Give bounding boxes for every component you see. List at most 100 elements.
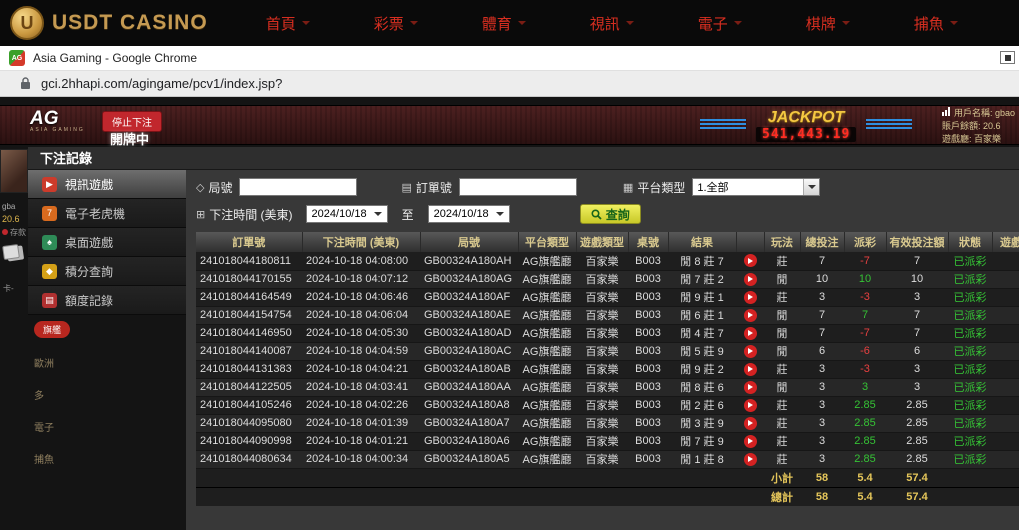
column-header-game-type: 遊戲類型 xyxy=(576,232,628,252)
cell-play-type: 莊 xyxy=(764,450,800,468)
cell-valid-bet: 6 xyxy=(886,342,948,360)
menu-item-label: 視訊遊戲 xyxy=(65,176,113,193)
cell-bet-time: 2024-10-18 04:01:21 xyxy=(302,432,420,450)
cell-replay xyxy=(736,306,764,324)
replay-play-icon[interactable] xyxy=(744,273,757,286)
round-number-input[interactable] xyxy=(239,178,357,196)
cell-game-detail: - xyxy=(992,414,1019,432)
column-header-table-no: 桌號 xyxy=(628,232,668,252)
window-control[interactable] xyxy=(1000,51,1015,64)
cell-valid-bet: 7 xyxy=(886,324,948,342)
cell-order-number: 241018044090998 xyxy=(196,432,302,450)
cell-order-number: 241018044080634 xyxy=(196,450,302,468)
url-text[interactable]: gci.2hhapi.com/agingame/pcv1/index.jsp? xyxy=(41,76,282,91)
cell-total-bet: 3 xyxy=(800,288,844,306)
table-row: 241018044105246 2024-10-18 04:02:26 GB00… xyxy=(196,396,1019,414)
cell-bet-time: 2024-10-18 04:04:59 xyxy=(302,342,420,360)
menu-item[interactable]: ▶ 視訊遊戲 xyxy=(28,170,186,199)
replay-play-icon[interactable] xyxy=(744,381,757,394)
cell-order-number: 241018044095080 xyxy=(196,414,302,432)
menu-item[interactable]: ▤ 額度記錄 xyxy=(28,286,186,315)
menu-item[interactable]: ♠ 桌面遊戲 xyxy=(28,228,186,257)
subtotal-row: 小計 58 5.4 57.4 xyxy=(196,468,1019,487)
cell-table-number: B003 xyxy=(628,450,668,468)
subtotal-valid-bet: 57.4 xyxy=(886,468,948,487)
cell-platform-type: AG旗艦廳 xyxy=(518,450,576,468)
cell-play-type: 閒 xyxy=(764,324,800,342)
cell-order-number: 241018044154754 xyxy=(196,306,302,324)
column-header-result: 結果 xyxy=(668,232,736,252)
replay-play-icon[interactable] xyxy=(744,417,757,430)
replay-play-icon[interactable] xyxy=(744,309,757,322)
table-row: 241018044170155 2024-10-18 04:07:12 GB00… xyxy=(196,270,1019,288)
table-row: 241018044154754 2024-10-18 04:06:04 GB00… xyxy=(196,306,1019,324)
cell-game-type: 百家樂 xyxy=(576,252,628,270)
search-button-label: 查詢 xyxy=(606,206,630,223)
cell-platform-type: AG旗艦廳 xyxy=(518,288,576,306)
chevron-down-icon xyxy=(842,21,850,29)
platform-type-select[interactable]: 1.全部 xyxy=(692,178,820,196)
cell-table-number: B003 xyxy=(628,342,668,360)
menu-item[interactable]: 7 電子老虎機 xyxy=(28,199,186,228)
table-row: 241018044095080 2024-10-18 04:01:39 GB00… xyxy=(196,414,1019,432)
date-from-picker[interactable]: 2024/10/18 xyxy=(306,205,388,223)
cell-total-bet: 6 xyxy=(800,342,844,360)
order-number-input[interactable] xyxy=(459,178,577,196)
cell-platform-type: AG旗艦廳 xyxy=(518,396,576,414)
table-row: 241018044090998 2024-10-18 04:01:21 GB00… xyxy=(196,432,1019,450)
cell-replay xyxy=(736,396,764,414)
replay-play-icon[interactable] xyxy=(744,345,757,358)
table-row: 241018044164549 2024-10-18 04:06:46 GB00… xyxy=(196,288,1019,306)
column-header-play-type: 玩法 xyxy=(764,232,800,252)
search-button[interactable]: 查詢 xyxy=(580,204,641,224)
nav-item-label: 彩票 xyxy=(374,13,404,34)
cell-payout: -7 xyxy=(844,252,886,270)
column-header-platform: 平台類型 xyxy=(518,232,576,252)
column-header-game-detail: 遊戲詳情 xyxy=(992,232,1019,252)
replay-play-icon[interactable] xyxy=(744,453,757,466)
cell-result: 閒 8 莊 7 xyxy=(668,252,736,270)
cell-payout: 10 xyxy=(844,270,886,288)
jackpot-value: 541,443.19 xyxy=(756,127,856,142)
nav-item[interactable]: 捕魚 xyxy=(914,13,958,34)
cell-round-number: GB00324A180A6 xyxy=(420,432,518,450)
replay-play-icon[interactable] xyxy=(744,254,757,267)
cell-platform-type: AG旗艦廳 xyxy=(518,324,576,342)
replay-play-icon[interactable] xyxy=(744,435,757,448)
menu-item[interactable]: ◆ 積分查詢 xyxy=(28,257,186,286)
video-games-icon: ▶ xyxy=(42,177,57,192)
nav-item[interactable]: 體育 xyxy=(482,13,526,34)
replay-play-icon[interactable] xyxy=(744,399,757,412)
cell-platform-type: AG旗艦廳 xyxy=(518,360,576,378)
nav-item[interactable]: 視訊 xyxy=(590,13,634,34)
user-name: 用戶名稱: gbao xyxy=(954,108,1015,118)
cell-result: 閒 9 莊 2 xyxy=(668,360,736,378)
table-row: 241018044080634 2024-10-18 04:00:34 GB00… xyxy=(196,450,1019,468)
date-to-picker[interactable]: 2024/10/18 xyxy=(428,205,510,223)
cell-table-number: B003 xyxy=(628,306,668,324)
cell-status: 已派彩 xyxy=(948,360,992,378)
table-row: 241018044122505 2024-10-18 04:03:41 GB00… xyxy=(196,378,1019,396)
round-number-icon: ◇ xyxy=(196,181,204,194)
cell-bet-time: 2024-10-18 04:00:34 xyxy=(302,450,420,468)
cell-status: 已派彩 xyxy=(948,378,992,396)
nav-item[interactable]: 首頁 xyxy=(266,13,310,34)
screen: U USDT CASINO 首頁 彩票 體育 xyxy=(0,0,1019,530)
nav-item[interactable]: 棋牌 xyxy=(806,13,850,34)
cell-order-number: 241018044105246 xyxy=(196,396,302,414)
replay-play-icon[interactable] xyxy=(744,291,757,304)
browser-address-bar[interactable]: gci.2hhapi.com/agingame/pcv1/index.jsp? xyxy=(0,71,1019,97)
chevron-down-icon xyxy=(626,21,634,29)
brand-logo[interactable]: U USDT CASINO xyxy=(10,6,208,40)
cell-bet-time: 2024-10-18 04:08:00 xyxy=(302,252,420,270)
cell-status: 已派彩 xyxy=(948,324,992,342)
cell-result: 閒 7 莊 9 xyxy=(668,432,736,450)
replay-play-icon[interactable] xyxy=(744,327,757,340)
nav-item[interactable]: 電子 xyxy=(698,13,742,34)
cell-order-number: 241018044131383 xyxy=(196,360,302,378)
lock-icon[interactable] xyxy=(20,77,31,90)
nav-item[interactable]: 彩票 xyxy=(374,13,418,34)
cell-status: 已派彩 xyxy=(948,252,992,270)
cell-result: 閒 9 莊 1 xyxy=(668,288,736,306)
replay-play-icon[interactable] xyxy=(744,363,757,376)
